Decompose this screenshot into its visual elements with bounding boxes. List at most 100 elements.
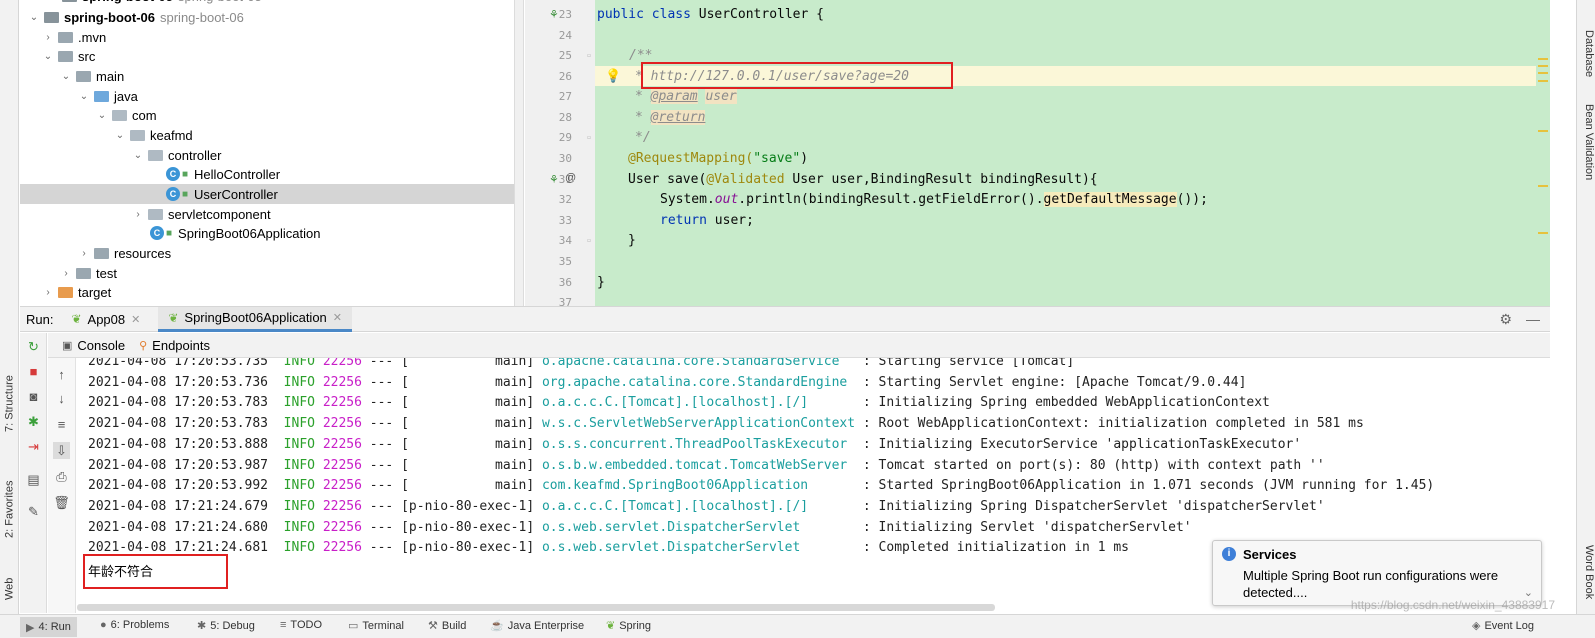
panel-splitter[interactable] [514,0,524,306]
tree-item-springboot06application[interactable]: C ■ SpringBoot06Application [20,223,523,243]
rerun-icon[interactable]: ↻ [25,338,42,355]
services-notification[interactable]: i Services Multiple Spring Boot run conf… [1212,540,1542,606]
debug-icon[interactable]: ✱ [25,413,42,430]
folder-icon [58,31,73,43]
bottom-tab-build[interactable]: ⚒ Build [428,619,466,633]
word-book-tool-tab[interactable]: Word Book [1579,545,1595,603]
bean-validation-tool-tab[interactable]: Bean Validation [1579,104,1595,204]
fold-icon[interactable]: ▫ [587,235,591,247]
warning-marker[interactable] [1538,232,1548,234]
chevron-right-icon[interactable]: › [132,209,144,220]
tab-endpoints[interactable]: ⚲ Endpoints [139,338,210,353]
tree-item-resources[interactable]: › resources [20,243,523,263]
tree-item-spring-boot-05[interactable]: › spring-boot-05 spring-boot-05 [20,0,523,6]
camera-icon[interactable]: ◙ [25,388,42,405]
warning-marker[interactable] [1538,65,1548,67]
log-logger[interactable]: o.a.c.c.C.[Tomcat].[localhost].[/] [542,499,855,514]
fold-icon[interactable]: ▫ [587,50,591,62]
web-tool-tab[interactable]: Web [1,560,18,600]
bottom-tab-java-enterprise[interactable]: ☕ Java Enterprise [490,619,584,633]
log-logger[interactable]: com.keafmd.SpringBoot06Application [542,478,855,493]
bottom-tab-spring[interactable]: ❦ Spring [606,619,651,633]
bottom-tab-debug[interactable]: ✱ 5: Debug [197,619,255,633]
bottom-tab-run[interactable]: ▶ 4: Run [20,617,77,637]
trash-icon[interactable]: 🗑 [53,494,70,511]
print-icon[interactable]: ⎙ [53,468,70,485]
log-logger[interactable]: o.a.c.c.C.[Tomcat].[localhost].[/] [542,395,855,410]
run-tab-springboot06application[interactable]: ❦ SpringBoot06Application ✕ [158,306,353,332]
bottom-tab-todo[interactable]: ≡ TODO [280,619,322,631]
fold-icon[interactable]: ▫ [587,132,591,144]
gear-icon[interactable]: ⚙ [1499,311,1512,328]
chevron-down-icon[interactable]: ⌄ [28,12,40,23]
tree-item-target[interactable]: › target [20,282,523,302]
chevron-right-icon[interactable]: › [42,32,54,43]
database-tool-tab[interactable]: Database [1579,30,1595,82]
scroll-to-end-icon[interactable]: ⇩ [53,442,70,459]
log-line: 2021-04-08 17:21:24.681 INFO 22256 --- [… [88,538,1129,559]
folder-icon [58,50,73,62]
log-logger[interactable]: org.apache.catalina.core.StandardEngine [542,375,855,390]
editor-error-stripe[interactable] [1536,0,1550,306]
warning-marker[interactable] [1538,58,1548,60]
up-arrow-icon[interactable]: ↑ [53,366,70,383]
chevron-down-icon[interactable]: ⌄ [60,71,72,82]
bottom-tab-terminal[interactable]: ▭ Terminal [348,619,404,633]
exit-icon[interactable]: ⇥ [25,438,42,455]
tree-item-servletcomponent[interactable]: › servletcomponent [20,204,523,224]
access-icon: ■ [166,227,173,239]
chevron-right-icon[interactable]: › [78,248,90,259]
tree-item-test[interactable]: › test [20,263,523,283]
tree-item-main[interactable]: ⌄ main [20,66,523,86]
chevron-right-icon[interactable]: › [60,268,72,279]
tree-item-spring-boot-06[interactable]: ⌄ spring-boot-06 spring-boot-06 [20,7,523,27]
pin-icon[interactable]: ✎ [25,503,42,520]
code-token: UserController { [698,7,824,22]
log-logger[interactable]: o.s.web.servlet.DispatcherServlet [542,540,855,555]
structure-tool-tab[interactable]: 7: Structure [1,370,18,432]
chevron-right-icon[interactable]: › [46,0,58,2]
chevron-down-icon[interactable]: ⌄ [42,51,54,62]
soft-wrap-icon[interactable]: ≡ [53,416,70,433]
chevron-down-icon[interactable]: ⌄ [78,91,90,102]
warning-marker[interactable] [1538,72,1548,74]
stop-icon[interactable]: ■ [25,363,42,380]
close-icon[interactable]: ✕ [333,311,342,324]
favorites-tool-tab[interactable]: 2: Favorites [1,470,18,538]
log-logger[interactable]: o.apache.catalina.core.StandardService [542,358,855,369]
tree-item-src[interactable]: ⌄ src [20,46,523,66]
log-pid: 22256 [322,498,362,514]
lightbulb-icon[interactable]: 💡 [605,68,621,84]
minimize-icon[interactable]: — [1526,311,1540,328]
chevron-down-icon[interactable]: ⌄ [132,150,144,161]
code-editor[interactable]: 23 24 25 26 27 28 29 30 31 32 33 34 35 3… [525,0,1550,306]
tab-console[interactable]: ▣ Console [62,338,125,353]
tree-item-hellocontroller[interactable]: C ■ HelloController [20,164,523,184]
log-logger[interactable]: o.s.web.servlet.DispatcherServlet [542,520,855,535]
tree-item-java[interactable]: ⌄ java [20,86,523,106]
warning-marker[interactable] [1538,130,1548,132]
log-logger[interactable]: o.s.b.w.embedded.tomcat.TomcatWebServer [542,458,855,473]
tree-item-usercontroller[interactable]: C ■ UserController [20,184,523,204]
tree-item-com[interactable]: ⌄ com [20,105,523,125]
warning-marker[interactable] [1538,80,1548,82]
bottom-tab-event-log[interactable]: ◈ Event Log [1472,619,1534,633]
spring-mapping-gutter-icon[interactable]: ⚘ [549,173,559,186]
down-arrow-icon[interactable]: ↓ [53,390,70,407]
bottom-tab-problems[interactable]: ● 6: Problems [100,619,169,631]
log-logger[interactable]: o.s.s.concurrent.ThreadPoolTaskExecutor [542,437,855,452]
chevron-down-icon[interactable]: ⌄ [114,130,126,141]
chevron-right-icon[interactable]: › [42,287,54,298]
warning-marker[interactable] [1538,185,1548,187]
layout-icon[interactable]: ▤ [25,471,42,488]
console-horizontal-scrollbar[interactable] [77,604,995,611]
chevron-down-icon[interactable]: ⌄ [96,110,108,121]
tree-item-mvn[interactable]: › .mvn [20,27,523,47]
tree-item-keafmd[interactable]: ⌄ keafmd [20,125,523,145]
close-icon[interactable]: ✕ [131,313,140,326]
log-logger[interactable]: w.s.c.ServletWebServerApplicationContext [542,416,855,431]
run-tab-app08[interactable]: ❦ App08 ✕ [61,307,150,332]
at-sign-icon[interactable]: @ [565,172,576,184]
spring-bean-gutter-icon[interactable]: ⚘ [549,8,559,21]
tree-item-controller[interactable]: ⌄ controller [20,145,523,165]
